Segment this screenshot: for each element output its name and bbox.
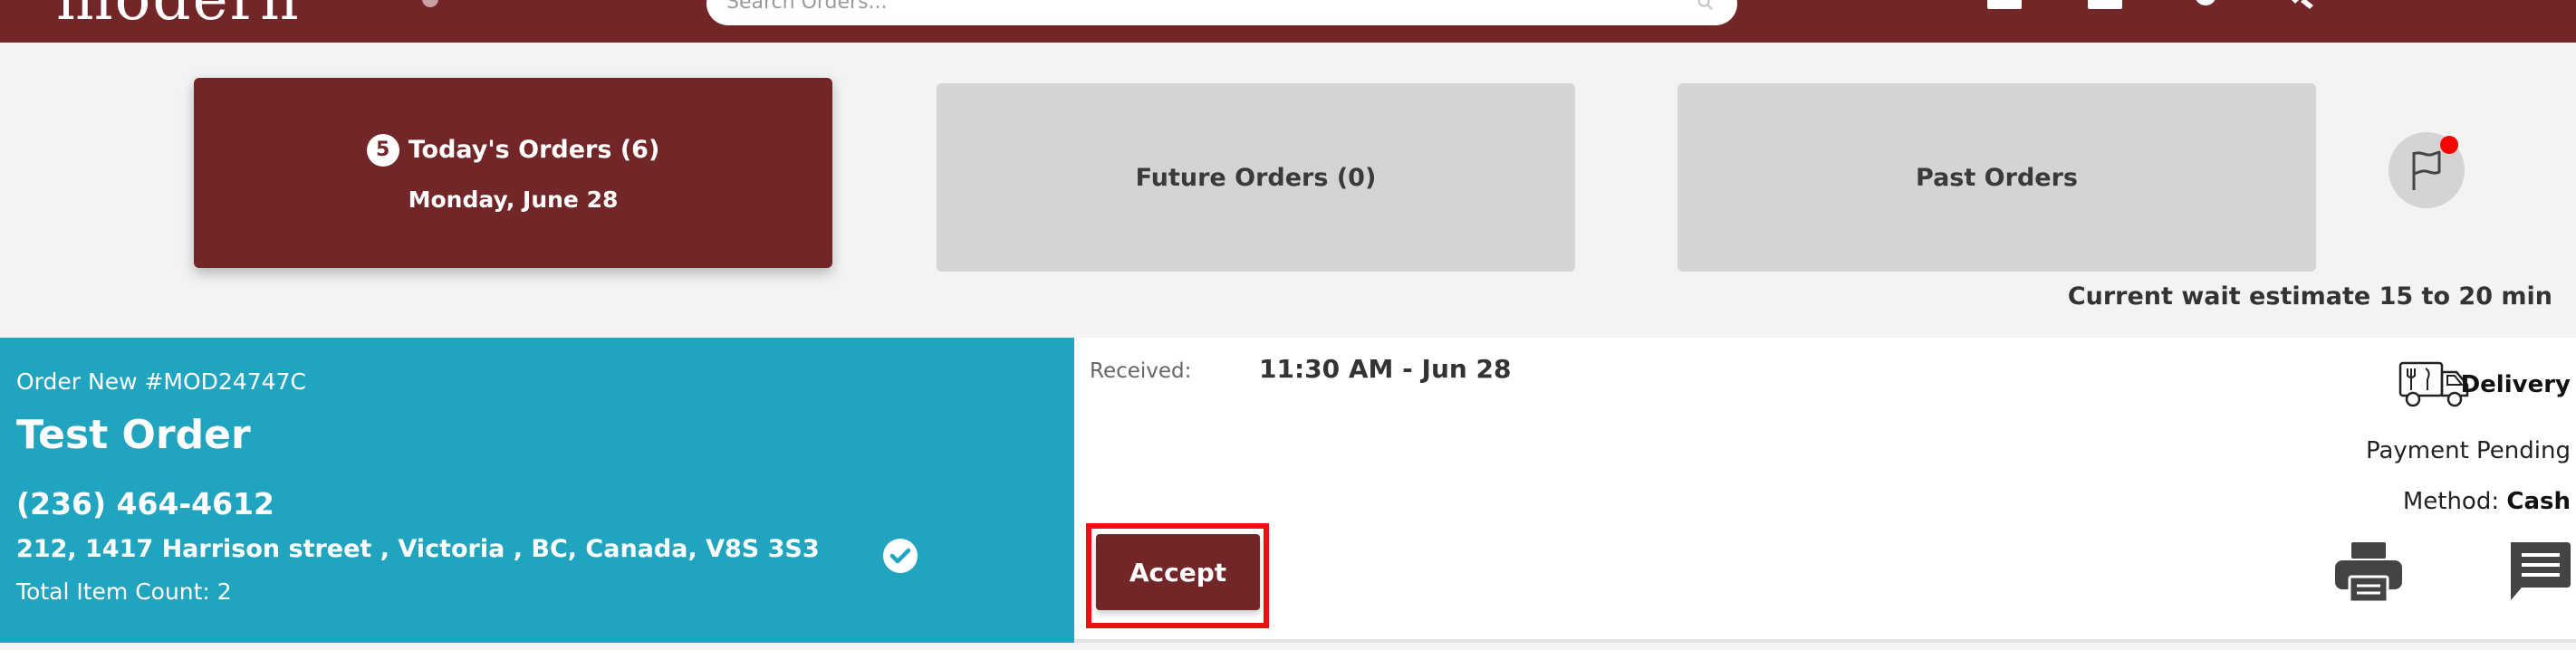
- search-icon[interactable]: [1697, 0, 1714, 11]
- order-number: Order New #MOD24747C: [16, 368, 306, 395]
- accept-highlight: Accept: [1086, 523, 1269, 628]
- tab-past-orders[interactable]: Past Orders: [1677, 83, 2316, 272]
- order-customer-name: Test Order: [16, 412, 251, 458]
- order-summary-panel[interactable]: Order New #MOD24747C Test Order (236) 46…: [0, 338, 1074, 643]
- logo-mark: [422, 0, 438, 7]
- tab-todays-orders[interactable]: 5 Today's Orders (6) Monday, June 28: [194, 78, 832, 268]
- search-bar[interactable]: Search Orders...: [706, 0, 1737, 25]
- tab-todays-orders-date: Monday, June 28: [408, 186, 619, 213]
- search-input[interactable]: Search Orders...: [726, 0, 888, 14]
- received-time: 11:30 AM - Jun 28: [1259, 354, 1512, 384]
- top-bar: modern Search Orders...: [0, 0, 2576, 43]
- payment-method: Method: Cash: [2403, 488, 2571, 515]
- monitor-icon[interactable]: [2086, 0, 2124, 11]
- orders-count-badge: 5: [366, 133, 399, 167]
- printer-icon[interactable]: [2333, 540, 2404, 604]
- tab-todays-orders-title: 5 Today's Orders (6): [366, 133, 660, 167]
- received-label: Received:: [1090, 359, 1192, 383]
- notification-dot: [2440, 136, 2458, 154]
- account-icon[interactable]: [2408, 0, 2446, 11]
- accept-button[interactable]: Accept: [1096, 534, 1260, 610]
- app-logo: modern: [56, 0, 301, 33]
- delivery-type: Delivery: [2460, 371, 2571, 398]
- order-phone: (236) 464-4612: [16, 486, 274, 521]
- order-detail-panel: Received: 11:30 AM - Jun 28 Delivery Pay…: [1074, 338, 2576, 643]
- order-item-count: Total Item Count: 2: [16, 578, 232, 605]
- order-address: 212, 1417 Harrison street , Victoria , B…: [16, 535, 820, 563]
- tab-future-orders[interactable]: Future Orders (0): [937, 83, 1575, 272]
- tools-icon[interactable]: [2281, 0, 2319, 11]
- wait-estimate: Current wait estimate 15 to 20 min: [2067, 282, 2552, 311]
- check-circle-icon: [883, 539, 918, 573]
- notebook-icon[interactable]: [1985, 0, 2023, 11]
- tab-todays-orders-label: Today's Orders (6): [408, 136, 660, 164]
- chat-icon[interactable]: [2505, 540, 2572, 604]
- payment-method-value: Cash: [2506, 488, 2571, 515]
- tab-past-orders-label: Past Orders: [1916, 163, 2078, 192]
- payment-status: Payment Pending: [2365, 437, 2571, 464]
- gear-icon[interactable]: [2187, 0, 2225, 11]
- payment-method-label: Method:: [2402, 488, 2500, 515]
- tab-future-orders-label: Future Orders (0): [1135, 163, 1377, 192]
